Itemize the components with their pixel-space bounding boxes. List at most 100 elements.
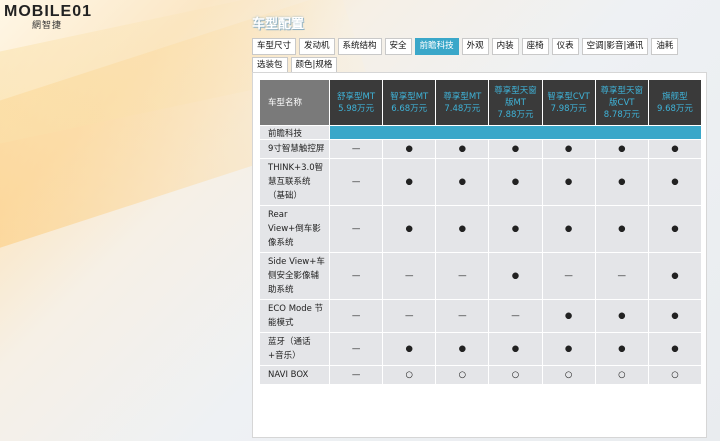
feature-value: ● [488,139,543,159]
section-bar [329,125,702,140]
tab-item[interactable]: 前瞻科技 [414,38,459,55]
model-header: 尊享型天窗版MT 7.88万元 [488,79,543,126]
feature-value: — [328,332,384,366]
feature-value: — [382,252,437,300]
feature-value: ● [541,158,596,206]
model-price: 7.48万元 [444,103,481,114]
table-row: THINK+3.0智慧互联系统（基础） — ● ● ● ● ● ● [259,158,703,206]
feature-value: ● [541,332,596,366]
table-row: NAVI BOX — ○ ○ ○ ○ ○ ○ [259,365,703,385]
feature-value: ● [382,205,437,253]
feature-value: ● [435,332,490,366]
feature-value: — [328,205,384,253]
tab-item[interactable]: 油耗 [651,38,679,55]
table-row: 蓝牙（通话+音乐） — ● ● ● ● ● ● [259,332,703,366]
model-name: 舒享型MT [337,91,376,102]
feature-value: ● [594,299,649,333]
feature-label: 9寸智慧触控屏 [259,139,330,159]
feature-value: ● [488,252,543,300]
spec-tab-bar: 车型尺寸 发动机 系统结构 安全 前瞻科技 外观 内装 座椅 仪表 空调|影音|通讯 油耗 选装包 颜色… [252,38,692,74]
tab-item[interactable]: 外观 [461,38,489,55]
feature-value: — [328,365,384,385]
tab-item[interactable]: 车型尺寸 [252,38,297,55]
feature-value: ● [382,158,437,206]
feature-value: — [328,158,384,206]
section-label: 前瞻科技 [259,125,330,140]
tab-item[interactable]: 内装 [491,38,519,55]
site-logo[interactable]: MOBILE01 網智捷 [4,2,128,31]
tab-item[interactable]: 系统结构 [337,38,382,55]
feature-value: ● [647,158,703,206]
model-price: 7.98万元 [550,103,587,114]
table-header-row: 车型名称 舒享型MT 5.98万元 智享型MT 6.68万元 尊享型MT 7.48万元 尊享… [259,79,703,126]
tab-item[interactable]: 安全 [384,38,412,55]
model-header: 尊享型MT 7.48万元 [435,79,490,126]
tab-item[interactable]: 座椅 [521,38,549,55]
feature-value: ○ [435,365,490,385]
feature-value: — [435,299,490,333]
tab-item[interactable]: 仪表 [551,38,579,55]
feature-value: — [488,299,543,333]
table-row: 9寸智慧触控屏 — ● ● ● ● ● ● [259,139,703,159]
feature-value: ○ [594,365,649,385]
feature-value: ● [594,332,649,366]
feature-value: ● [647,205,703,253]
feature-value: ● [435,158,490,206]
feature-value: ○ [647,365,703,385]
feature-value: ○ [488,365,543,385]
feature-value: ● [647,139,703,159]
feature-value: ● [488,332,543,366]
model-name: 尊享型天窗版CVT [600,85,644,108]
model-price: 6.68万元 [391,103,428,114]
feature-value: ○ [541,365,596,385]
model-name: 尊享型天窗版MT [494,85,537,108]
feature-value: ● [647,252,703,300]
feature-value: ● [541,139,596,159]
table-row: Rear View+倒车影像系统 — ● ● ● ● ● ● [259,205,703,253]
model-header: 尊享型天窗版CVT 8.78万元 [594,79,649,126]
feature-value: ● [435,139,490,159]
table-row: ECO Mode 节能模式 — — — — ● ● ● [259,299,703,333]
feature-label: THINK+3.0智慧互联系统（基础） [259,158,330,206]
feature-value: ● [647,299,703,333]
model-name: 智享型MT [390,91,429,102]
feature-value: — [594,252,649,300]
model-name: 智享型CVT [547,91,590,102]
feature-value: ● [435,205,490,253]
feature-value: ● [594,158,649,206]
feature-value: — [328,252,384,300]
model-name: 尊享型MT [443,91,482,102]
section-row: 前瞻科技 [259,125,702,140]
model-header: 智享型MT 6.68万元 [382,79,437,126]
feature-label: ECO Mode 节能模式 [259,299,330,333]
feature-label: 蓝牙（通话+音乐） [259,332,330,366]
model-price: 8.78万元 [603,109,640,120]
feature-value: — [541,252,596,300]
feature-value: ● [594,205,649,253]
model-price: 9.68万元 [656,103,693,114]
feature-value: ● [488,205,543,253]
feature-value: ● [488,158,543,206]
table-row: Side View+车侧安全影像辅助系统 — — — ● — — ● [259,252,703,300]
tab-item[interactable]: 空调|影音|通讯 [581,38,649,55]
feature-value: ○ [382,365,437,385]
feature-value: ● [382,139,437,159]
feature-value: ● [594,139,649,159]
feature-value: ● [382,332,437,366]
feature-value: ● [541,299,596,333]
tab-item[interactable]: 发动机 [299,38,335,55]
feature-value: — [382,299,437,333]
logo-subtitle: 網智捷 [32,21,63,31]
feature-value: — [328,139,384,159]
feature-value: ● [647,332,703,366]
model-name: 旗舰型 [662,91,688,102]
page-title: 车型配置 [252,17,305,32]
model-header: 智享型CVT 7.98万元 [541,79,596,126]
model-header: 舒享型MT 5.98万元 [328,79,384,126]
feature-value: — [435,252,490,300]
feature-label: Side View+车侧安全影像辅助系统 [259,252,330,300]
model-price: 5.98万元 [338,103,375,114]
feature-label: NAVI BOX [259,365,330,385]
model-header: 旗舰型 9.68万元 [647,79,703,126]
spec-panel: 车型名称 舒享型MT 5.98万元 智享型MT 6.68万元 尊享型MT 7.48万元 尊享… [252,72,707,438]
